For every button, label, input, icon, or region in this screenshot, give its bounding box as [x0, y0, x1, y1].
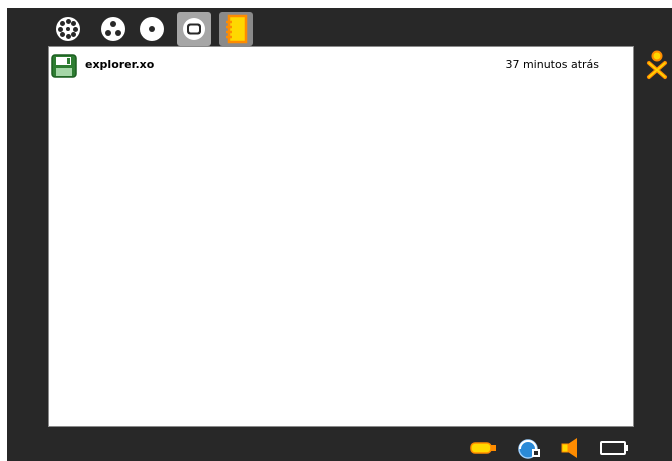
entry-title[interactable]: explorer.xo [85, 58, 154, 71]
activity-zoom-button[interactable] [177, 12, 211, 46]
usb-drive-icon [470, 442, 496, 454]
home-zoom-button[interactable] [135, 12, 169, 46]
journal-list: explorer.xo 37 minutos atrás [48, 46, 634, 427]
journal-icon [226, 14, 248, 44]
home-icon [140, 17, 164, 41]
group-zoom-button[interactable] [96, 12, 130, 46]
battery-button[interactable] [598, 437, 632, 459]
volume-button[interactable] [558, 437, 584, 459]
journal-entry[interactable]: explorer.xo 37 minutos atrás [49, 51, 633, 81]
network-button[interactable] [512, 437, 546, 459]
battery-icon [600, 441, 628, 455]
speaker-icon [561, 438, 577, 458]
floppy-disk-icon[interactable] [50, 53, 78, 79]
xo-buddy-icon[interactable] [646, 50, 668, 80]
entry-time: 37 minutos atrás [505, 58, 599, 71]
neighborhood-zoom-button[interactable] [51, 12, 85, 46]
journal-button[interactable] [219, 12, 253, 46]
group-icon [101, 17, 125, 41]
neighborhood-icon [56, 17, 80, 41]
usb-drive-button[interactable] [468, 437, 500, 459]
activity-icon [183, 18, 205, 40]
network-icon [518, 439, 540, 459]
